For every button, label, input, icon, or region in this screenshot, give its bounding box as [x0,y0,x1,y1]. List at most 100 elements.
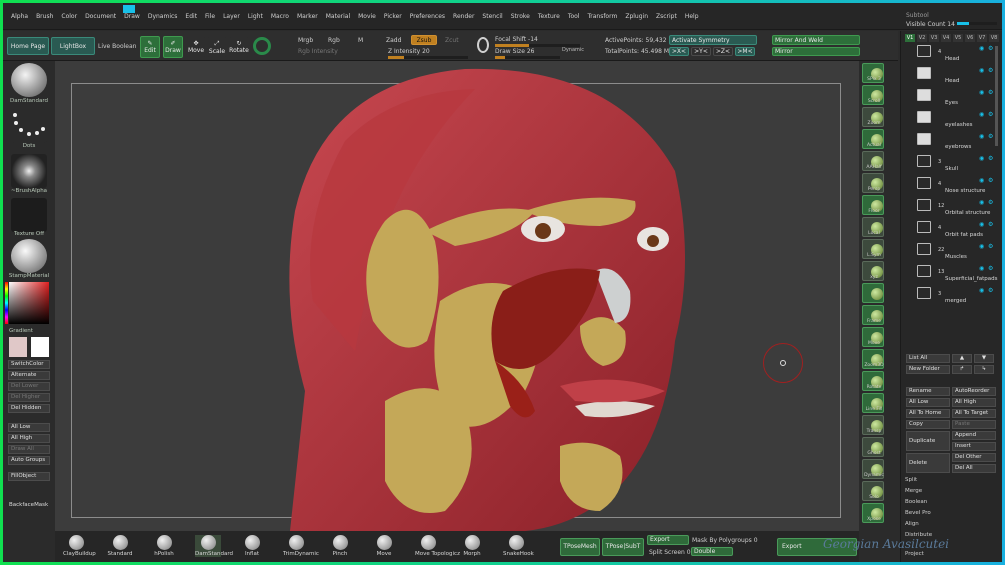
tpose-mesh-button[interactable]: TPoseMesh [560,538,600,556]
export-button[interactable]: Export [647,535,689,545]
insert-button[interactable]: Insert [952,442,996,451]
zcut-toggle[interactable]: Zcut [445,37,459,44]
eye-icon[interactable]: ◉ [979,288,987,294]
del-other-button[interactable]: Del Other [952,453,996,462]
double-toggle[interactable]: Double [691,547,733,556]
eye-icon[interactable]: ◉ [979,222,987,228]
material-thumbnail[interactable] [11,239,47,273]
all-to-home-button[interactable]: All To Home [906,409,950,418]
list-all-button[interactable]: List All [906,354,950,363]
split-screen-slider[interactable]: Split Screen 0 [649,549,691,556]
version-tab-v1[interactable]: V1 [905,34,915,42]
focal-shift-slider[interactable]: Focal Shift -14 [495,36,538,43]
brush-pinch[interactable]: Pinch [327,535,353,557]
arrow-right-up-icon[interactable]: ↱ [952,365,972,374]
mrgb-toggle[interactable]: Mrgb [298,37,313,44]
menu-preferences[interactable]: Preferences [406,13,449,20]
stroke-thumbnail[interactable] [11,109,47,143]
version-tab-v2[interactable]: V2 [917,34,927,42]
subtool-item[interactable]: Head ◉ ⚙ [905,67,997,89]
menu-render[interactable]: Render [449,13,478,20]
subtool-item[interactable]: eyebrows ◉ ⚙ [905,133,997,155]
menu-transform[interactable]: Transform [583,13,621,20]
subtool-scrollbar[interactable] [995,46,998,146]
rotate-button[interactable]: ↻ Rotate [229,36,249,58]
auto-reorder-button[interactable]: AutoReorder [952,387,996,396]
menu-document[interactable]: Document [81,13,120,20]
version-tab-v7[interactable]: V7 [977,34,987,42]
symmetry-z-toggle[interactable]: >Z< [713,47,733,56]
eye-icon[interactable]: ◉ [979,178,987,184]
duplicate-button[interactable]: Duplicate [906,431,950,451]
move-button[interactable]: ✥ Move [186,36,206,58]
fill-object-button[interactable]: FillObject [8,472,50,481]
subtool-item[interactable]: 22 Muscles ◉ ⚙ [905,243,997,265]
gear-icon[interactable]: ⚙ [988,200,996,206]
alternate-button[interactable]: Alternate [8,371,50,380]
all-to-target-button[interactable]: All To Target [952,409,996,418]
gear-icon[interactable]: ⚙ [988,178,996,184]
gear-icon[interactable]: ⚙ [988,244,996,250]
menu-zscript[interactable]: Zscript [652,13,681,20]
draw-all-button[interactable]: Draw All [8,445,50,454]
gear-icon[interactable]: ⚙ [988,222,996,228]
eye-icon[interactable]: ◉ [979,134,987,140]
eye-icon[interactable]: ◉ [979,90,987,96]
home-page-button[interactable]: Home Page [7,37,49,55]
all-low-button[interactable]: All Low [8,423,50,432]
menu-macro[interactable]: Macro [267,13,293,20]
eye-icon[interactable]: ◉ [979,112,987,118]
rgb-toggle[interactable]: Rgb [328,37,340,44]
activate-symmetry-button[interactable]: Activate Symmetry [669,35,757,45]
texture-thumbnail[interactable] [11,198,47,232]
split-menu[interactable]: Split [905,477,917,483]
draw-size-slider[interactable]: Draw Size 26 [495,48,534,55]
menu-stroke[interactable]: Stroke [507,13,534,20]
merge-menu[interactable]: Merge [905,488,922,494]
menu-stencil[interactable]: Stencil [478,13,506,20]
subtool-all-low-button[interactable]: All Low [906,398,950,407]
eye-icon[interactable]: ◉ [979,244,987,250]
rename-button[interactable]: Rename [906,387,950,396]
subtool-item[interactable]: Eyes ◉ ⚙ [905,89,997,111]
dynamic-toggle[interactable]: Dynamic [562,47,584,53]
arrow-right-down-icon[interactable]: ↳ [974,365,994,374]
menu-file[interactable]: File [201,13,219,20]
z-intensity-slider[interactable]: Z Intensity 20 [388,48,430,55]
subtool-item[interactable]: 4 Head ◉ ⚙ [905,45,997,67]
mask-by-polygroups-slider[interactable]: Mask By Polygroups 0 [692,537,758,544]
subtool-item[interactable]: 3 Skull ◉ ⚙ [905,155,997,177]
copy-button[interactable]: Copy [906,420,950,429]
boolean-menu[interactable]: Boolean [905,499,927,505]
eye-icon[interactable]: ◉ [979,266,987,272]
color-picker[interactable] [5,282,49,324]
shelf-button-blank[interactable] [862,283,884,303]
move-up-icon[interactable]: ▲ [952,354,972,363]
del-hidden-button[interactable]: Del Hidden [8,404,50,413]
mirror-and-weld-button[interactable]: Mirror And Weld [772,35,860,45]
alpha-thumbnail[interactable] [11,154,47,188]
mirror-button[interactable]: Mirror [772,47,860,56]
live-boolean-button[interactable]: Live Boolean [98,43,136,50]
symmetry-m-toggle[interactable]: >M< [735,47,755,56]
menu-help[interactable]: Help [681,13,703,20]
gyro-icon[interactable] [253,37,271,55]
hue-strip[interactable] [5,282,8,324]
symmetry-x-toggle[interactable]: >X< [669,47,689,56]
menu-edit[interactable]: Edit [181,13,201,20]
subtool-item[interactable]: 4 Nose structure ◉ ⚙ [905,177,997,199]
visible-count-slider[interactable] [956,22,997,25]
menu-marker[interactable]: Marker [293,13,322,20]
primary-color-swatch[interactable] [31,337,49,357]
menu-movie[interactable]: Movie [354,13,380,20]
menu-texture[interactable]: Texture [534,13,564,20]
brush-inflat[interactable]: Inflat [239,535,265,557]
version-tab-v3[interactable]: V3 [929,34,939,42]
brush-thumbnail[interactable] [11,63,47,97]
brush-standard[interactable]: Standard [107,535,133,557]
m-toggle[interactable]: M [358,37,363,44]
eye-icon[interactable]: ◉ [979,68,987,74]
viewport-canvas[interactable] [55,61,859,531]
eye-icon[interactable]: ◉ [979,46,987,52]
scale-button[interactable]: ⤢ Scale [207,36,227,58]
